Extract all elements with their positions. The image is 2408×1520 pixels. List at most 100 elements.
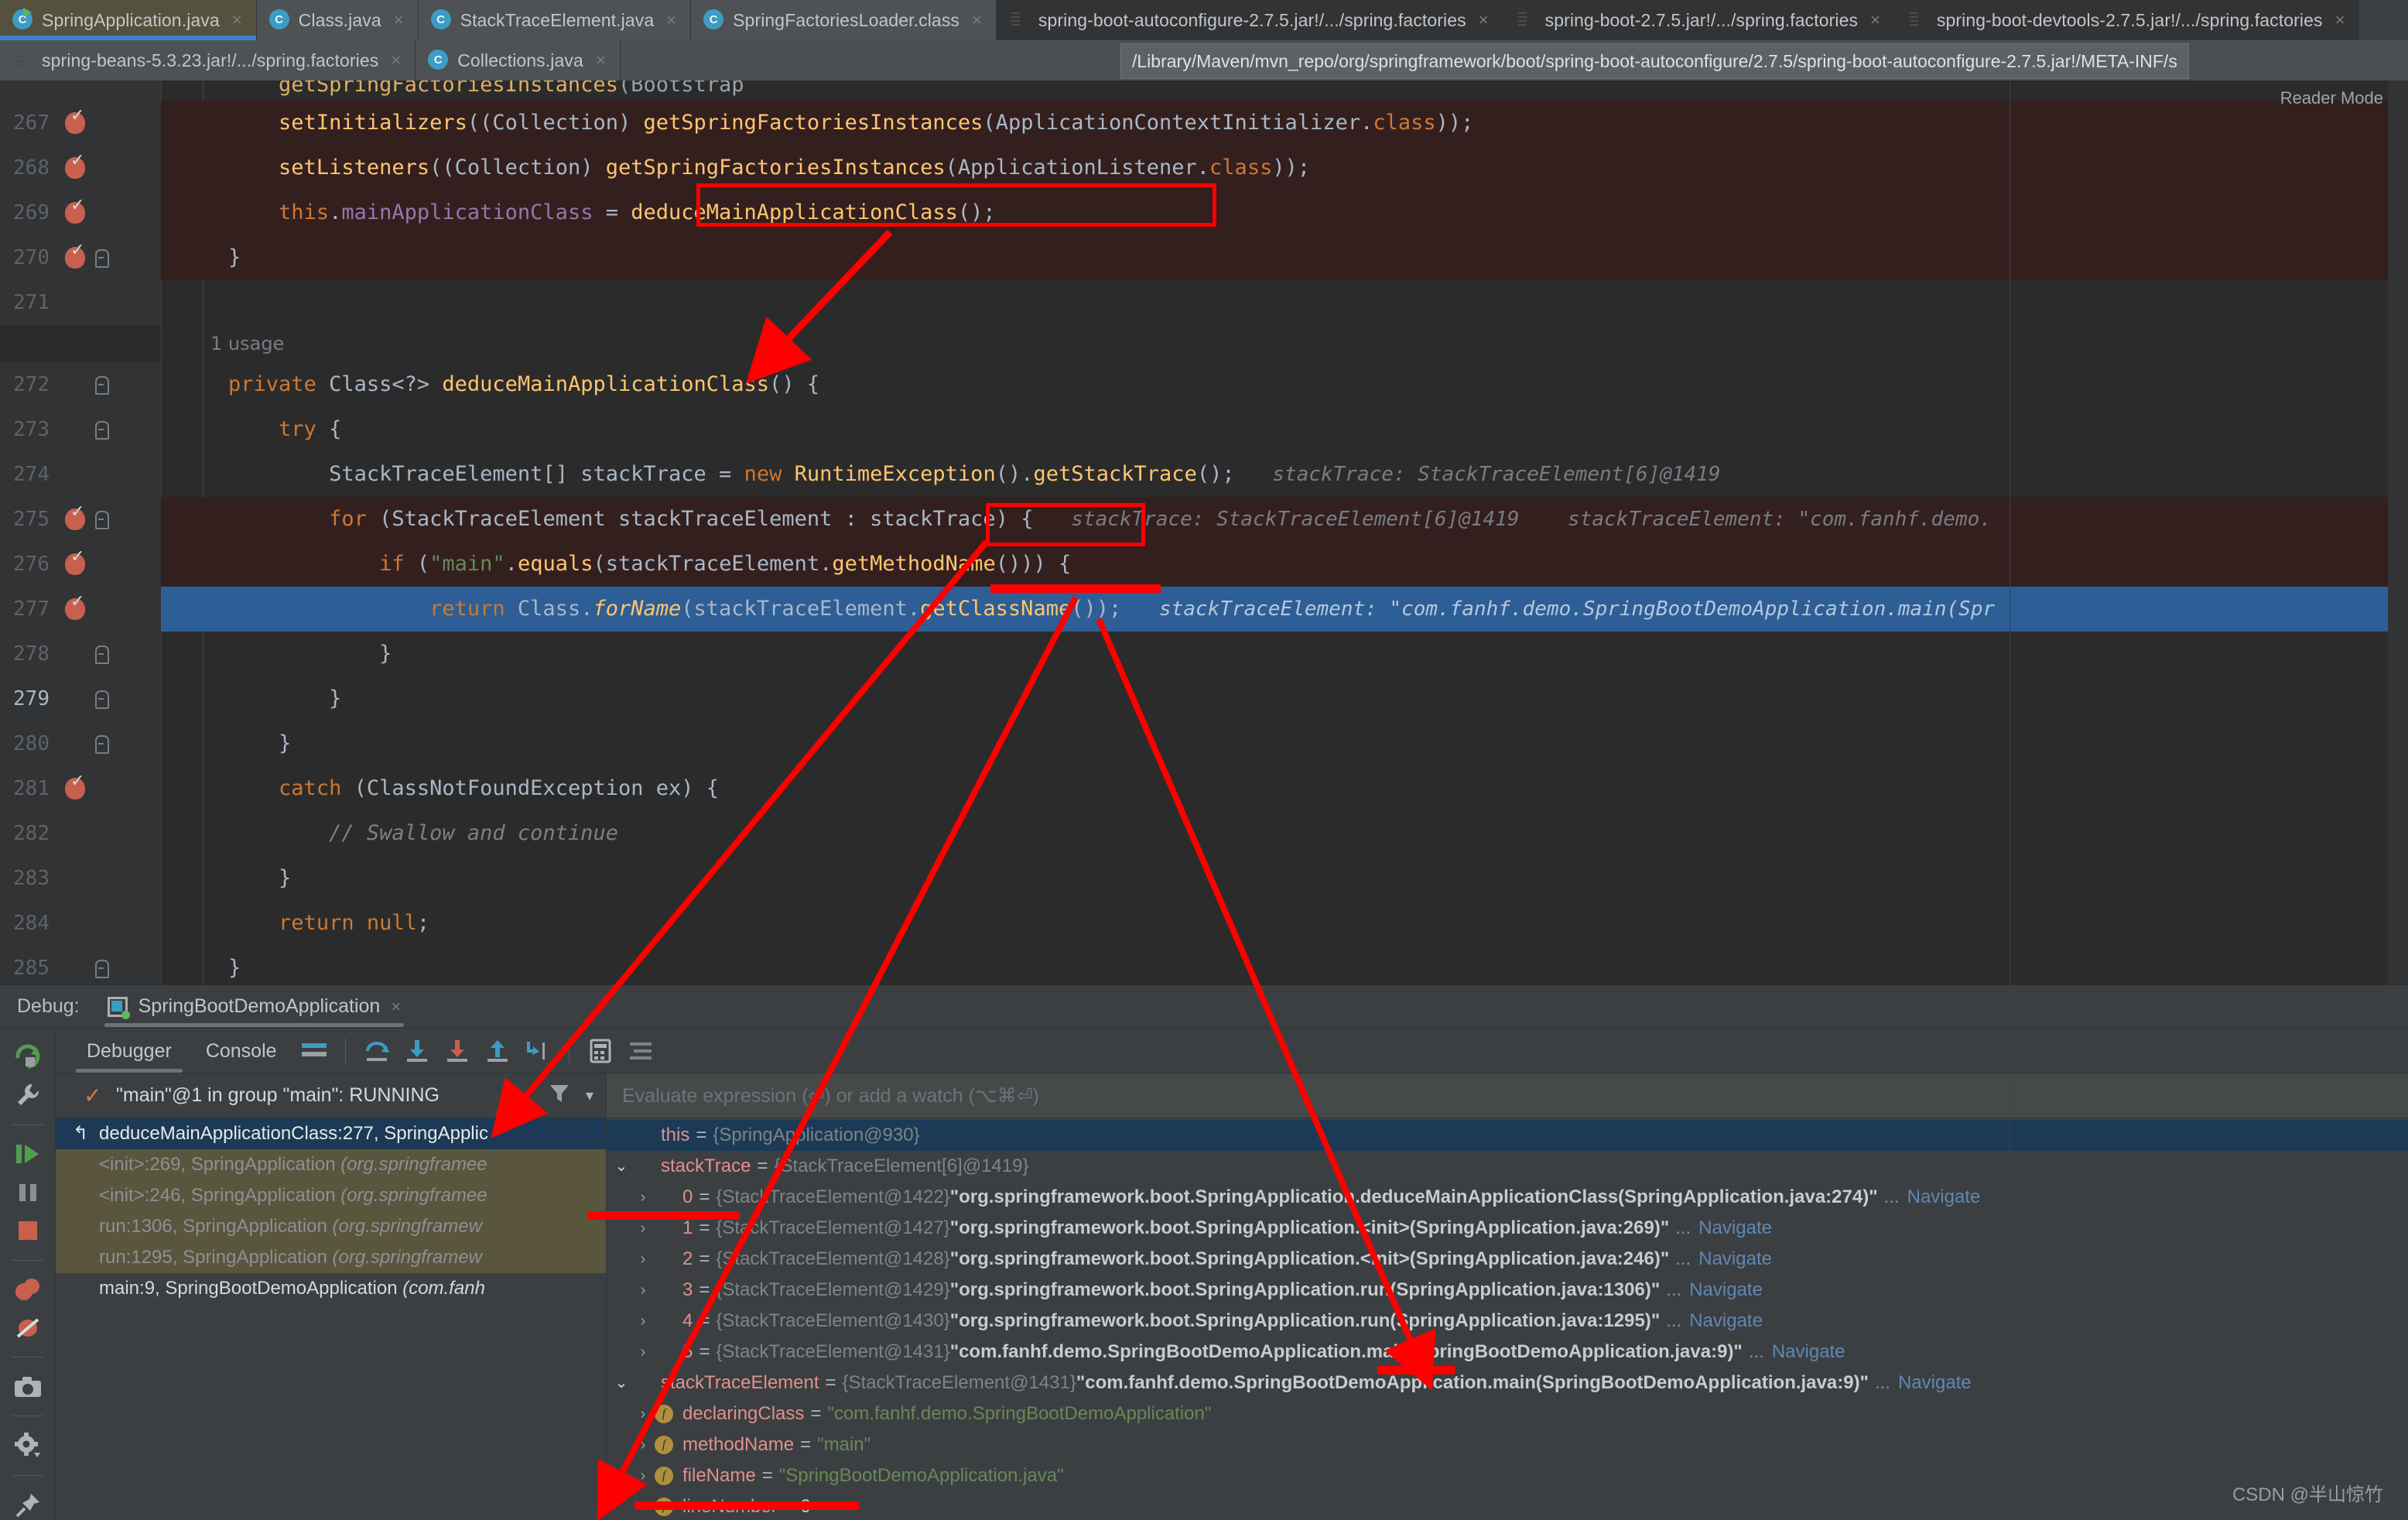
call-stack-frame[interactable]: <init>:269, SpringApplication (org.sprin… — [56, 1149, 606, 1180]
reader-mode-label[interactable]: Reader Mode — [2280, 88, 2383, 108]
editor-tab[interactable]: CSpringApplication.java× — [0, 0, 257, 40]
variable-row[interactable]: ›fdeclaringClass="com.fanhf.demo.SpringB… — [607, 1398, 2408, 1429]
line-markers[interactable] — [60, 190, 161, 235]
code-line[interactable]: 273 try { — [0, 407, 2408, 452]
code-line[interactable]: 285 } — [0, 946, 2408, 984]
navigate-link[interactable]: Navigate — [1698, 1213, 1772, 1244]
editor-tab[interactable]: spring-beans-5.3.23.jar!/.../spring.fact… — [0, 40, 416, 80]
line-markers[interactable] — [60, 280, 161, 325]
chevron-right-icon[interactable]: › — [631, 1460, 655, 1491]
step-over-icon[interactable] — [357, 1031, 397, 1071]
editor-tab[interactable]: spring-boot-devtools-2.7.5.jar!/.../spri… — [1895, 0, 2360, 40]
navigate-link[interactable]: Navigate — [1698, 1244, 1772, 1275]
editor-tab[interactable]: CClass.java× — [257, 0, 419, 40]
code-line[interactable]: 276 if ("main".equals(stackTraceElement.… — [0, 542, 2408, 587]
view-breakpoints-icon[interactable] — [10, 1276, 46, 1303]
usage-hint[interactable]: 1 usage — [0, 325, 2408, 362]
navigate-link[interactable]: Navigate — [1907, 1182, 1981, 1213]
code-fold-icon[interactable] — [93, 689, 108, 709]
code-line[interactable]: 270 } — [0, 235, 2408, 280]
code-line[interactable]: 280 } — [0, 721, 2408, 766]
variables-tree[interactable]: this={SpringApplication@930}⌄stackTrace=… — [607, 1118, 2408, 1519]
line-markers[interactable] — [60, 766, 161, 811]
code-line[interactable]: 282 // Swallow and continue — [0, 811, 2408, 856]
line-markers[interactable] — [60, 497, 161, 542]
close-icon[interactable]: × — [232, 10, 242, 30]
code-line[interactable]: 275 for (StackTraceElement stackTraceEle… — [0, 497, 2408, 542]
breakpoint-icon[interactable] — [65, 778, 85, 799]
resume-program-icon[interactable] — [10, 1141, 46, 1168]
call-stack-frame[interactable]: run:1306, SpringApplication (org.springf… — [56, 1211, 606, 1242]
debug-session-tab[interactable]: SpringBootDemoApplication × — [97, 985, 412, 1029]
line-markers[interactable] — [60, 632, 161, 676]
code-line[interactable]: 284 return null; — [0, 901, 2408, 946]
code-line[interactable]: 274 StackTraceElement[] stackTrace = new… — [0, 452, 2408, 497]
chevron-right-icon[interactable]: › — [631, 1429, 655, 1460]
pause-program-icon[interactable] — [10, 1179, 46, 1206]
mute-breakpoints-icon[interactable] — [10, 1314, 46, 1341]
code-fold-icon[interactable] — [93, 419, 108, 440]
breakpoint-icon[interactable] — [65, 598, 85, 620]
navigate-link[interactable]: Navigate — [1689, 1306, 1763, 1337]
tab-console[interactable]: Console — [189, 1029, 294, 1073]
line-markers[interactable] — [60, 721, 161, 766]
close-icon[interactable]: × — [1479, 10, 1489, 30]
variable-row[interactable]: ›ffileName="SpringBootDemoApplication.ja… — [607, 1460, 2408, 1491]
call-stack-frame[interactable]: deduceMainApplicationClass:277, SpringAp… — [56, 1118, 606, 1149]
line-markers[interactable] — [60, 587, 161, 632]
code-fold-icon[interactable] — [93, 644, 108, 664]
code-line[interactable]: 271 — [0, 280, 2408, 325]
chevron-right-icon[interactable]: › — [631, 1306, 655, 1337]
layout-settings-icon[interactable] — [294, 1031, 334, 1071]
variable-row[interactable]: this={SpringApplication@930} — [607, 1120, 2408, 1151]
sort-variables-icon[interactable] — [621, 1031, 661, 1071]
gear-settings-icon[interactable] — [10, 1432, 46, 1460]
editor-tab[interactable]: CSpringFactoriesLoader.class× — [691, 0, 997, 40]
call-stack-frame[interactable]: main:9, SpringBootDemoApplication (com.f… — [56, 1273, 606, 1304]
tab-debugger[interactable]: Debugger — [70, 1029, 189, 1073]
variable-row[interactable]: ›0={StackTraceElement@1422} "org.springf… — [607, 1182, 2408, 1213]
rerun-icon[interactable] — [10, 1041, 46, 1070]
line-markers[interactable] — [60, 145, 161, 190]
editor-tab[interactable]: CStackTraceElement.java× — [419, 0, 691, 40]
breakpoint-icon[interactable] — [65, 508, 85, 530]
line-markers[interactable] — [60, 80, 161, 101]
chevron-right-icon[interactable]: › — [631, 1182, 655, 1213]
code-line[interactable]: 283 } — [0, 856, 2408, 901]
close-icon[interactable]: × — [972, 10, 982, 30]
code-fold-icon[interactable] — [93, 734, 108, 754]
code-line[interactable]: 278 } — [0, 632, 2408, 676]
chevron-down-icon[interactable]: ⌄ — [610, 1368, 633, 1398]
line-markers[interactable] — [60, 946, 161, 984]
code-line[interactable]: 267 setInitializers((Collection) getSpri… — [0, 101, 2408, 145]
code-line[interactable]: 277 return Class.forName(stackTraceEleme… — [0, 587, 2408, 632]
run-to-cursor-icon[interactable] — [518, 1031, 558, 1071]
code-line[interactable]: 279 } — [0, 676, 2408, 721]
variable-row[interactable]: flineNumber=9 — [607, 1491, 2408, 1519]
line-markers[interactable] — [60, 362, 161, 407]
code-fold-icon[interactable] — [93, 958, 108, 978]
call-stack-frame[interactable]: <init>:246, SpringApplication (org.sprin… — [56, 1180, 606, 1211]
navigate-link[interactable]: Navigate — [1898, 1368, 1972, 1398]
editor-tab[interactable]: CCollections.java× — [416, 40, 621, 80]
evaluate-expression-row[interactable]: Evaluate expression (⏎) or add a watch (… — [607, 1073, 2408, 1118]
pin-tab-icon[interactable] — [10, 1491, 46, 1519]
navigate-link[interactable]: Navigate — [1689, 1275, 1763, 1306]
variable-row[interactable]: ›4={StackTraceElement@1430} "org.springf… — [607, 1306, 2408, 1337]
breakpoint-icon[interactable] — [65, 112, 85, 134]
chevron-right-icon[interactable]: › — [631, 1275, 655, 1306]
code-fold-icon[interactable] — [93, 509, 108, 529]
editor-scrollbar-strip[interactable] — [2388, 80, 2408, 984]
step-out-icon[interactable] — [477, 1031, 518, 1071]
close-icon[interactable]: × — [1870, 10, 1880, 30]
breakpoint-icon[interactable] — [65, 553, 85, 575]
screenshot-camera-icon[interactable] — [10, 1373, 46, 1400]
close-icon[interactable]: × — [2335, 10, 2345, 30]
close-icon[interactable]: × — [391, 50, 401, 70]
thread-selector[interactable]: ✓ "main"@1 in group "main": RUNNING ▾ — [56, 1073, 606, 1118]
close-icon[interactable]: × — [391, 997, 401, 1017]
line-markers[interactable] — [60, 811, 161, 856]
evaluate-expression-icon[interactable] — [580, 1031, 621, 1071]
breakpoint-icon[interactable] — [65, 247, 85, 269]
breakpoint-icon[interactable] — [65, 202, 85, 224]
